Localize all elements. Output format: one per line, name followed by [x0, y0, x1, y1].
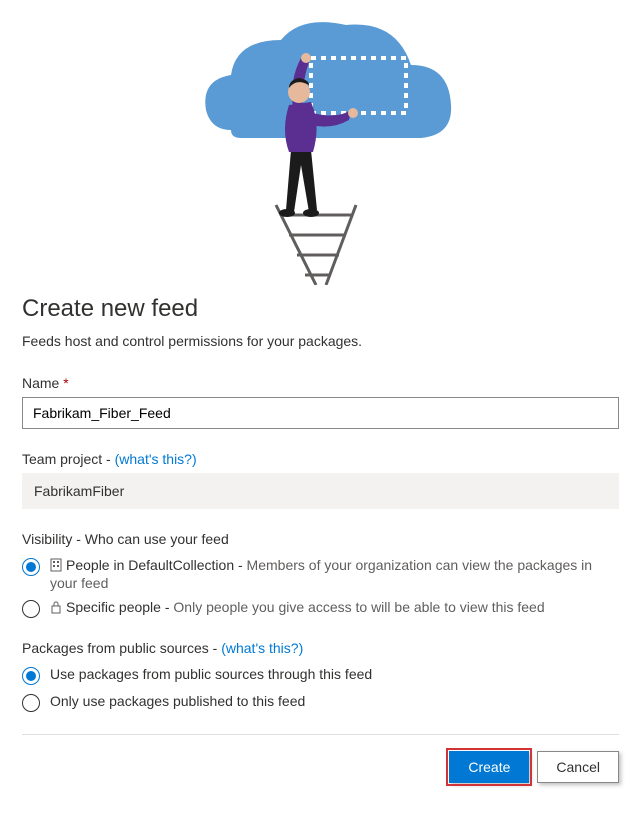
public-sources-help-link[interactable]: (what's this?) [221, 640, 303, 656]
required-indicator: * [63, 375, 68, 391]
visibility-option-collection-title: People in DefaultCollection - [66, 557, 247, 573]
public-sources-option-only: Only use packages published to this feed [50, 693, 305, 709]
public-sources-radio-use[interactable] [22, 667, 40, 685]
visibility-radio-specific[interactable] [22, 600, 40, 618]
visibility-radio-collection[interactable] [22, 558, 40, 576]
name-label: Name * [22, 375, 619, 391]
visibility-option-specific-desc: Only people you give access to will be a… [173, 599, 544, 615]
team-project-help-link[interactable]: (what's this?) [115, 451, 197, 467]
name-input[interactable] [22, 397, 619, 429]
page-title: Create new feed [22, 295, 619, 323]
organization-icon [50, 558, 62, 575]
cancel-button[interactable]: Cancel [537, 751, 619, 783]
feed-illustration [0, 0, 641, 285]
visibility-option-specific-title: Specific people - [66, 599, 173, 615]
team-project-value: FabrikamFiber [22, 473, 619, 509]
public-sources-label: Packages from public sources - (what's t… [22, 640, 619, 656]
public-sources-radio-only[interactable] [22, 694, 40, 712]
lock-icon [50, 600, 62, 617]
create-button[interactable]: Create [449, 751, 529, 783]
public-sources-option-use: Use packages from public sources through… [50, 666, 372, 682]
page-subtitle: Feeds host and control permissions for y… [22, 333, 619, 349]
divider [22, 734, 619, 735]
visibility-label: Visibility - Who can use your feed [22, 531, 619, 547]
team-project-label: Team project - (what's this?) [22, 451, 619, 467]
